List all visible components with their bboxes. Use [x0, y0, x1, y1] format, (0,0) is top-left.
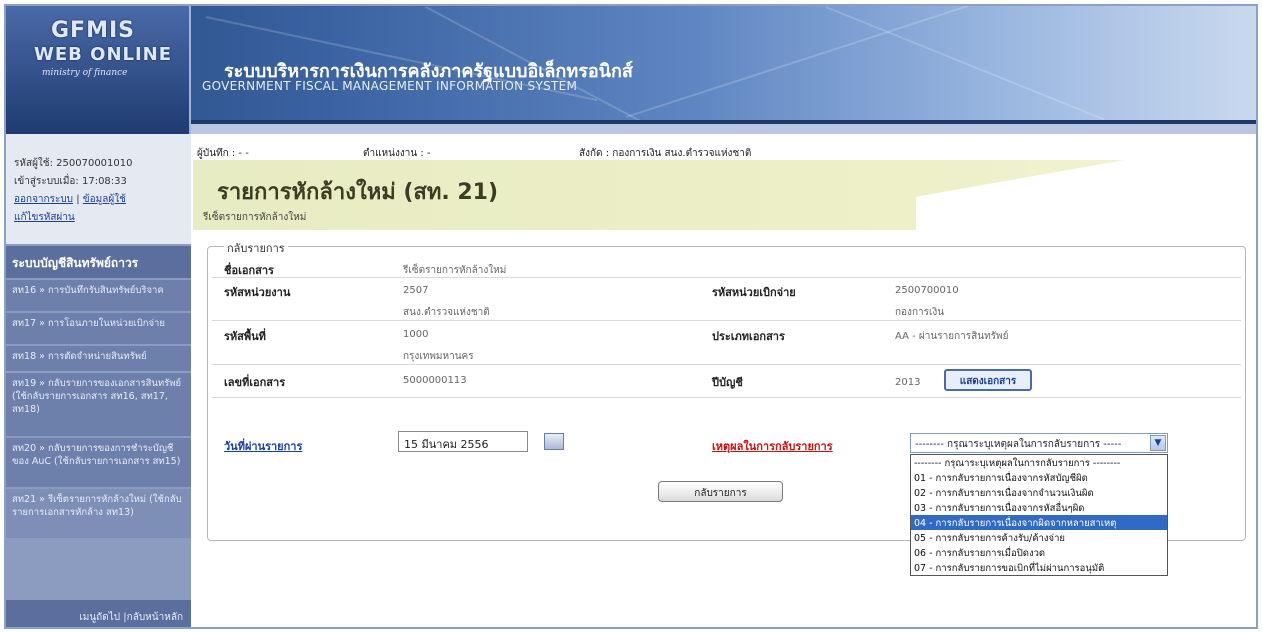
user-profile-link[interactable]: ข้อมูลผู้ใช้ — [83, 194, 126, 205]
header-banner: GFMIS WEB ONLINE ministry of finance ระบ… — [6, 6, 1256, 134]
reverse-reason-selected: -------- กรุณาระบุเหตุผลในการกลับรายการ … — [915, 439, 1122, 450]
area-name-value: กรุงเทพมหานคร — [403, 351, 474, 362]
fiscal-year-label: ปีบัญชี — [712, 376, 743, 389]
logo-line-1: GFMIS — [51, 18, 136, 43]
doc-type-value: AA - ผ่านรายการสินทรัพย์ — [895, 331, 1009, 342]
reverse-reason-option[interactable]: 04 - การกลับรายการเนื่องจากผิดจากหลายสาเ… — [911, 515, 1167, 530]
logout-link[interactable]: ออกจากระบบ — [14, 194, 73, 205]
fiscal-year-value: 2013 — [895, 377, 921, 388]
page-subtitle: รีเซ็ตรายการหักล้างใหม่ — [203, 212, 307, 223]
calendar-icon[interactable] — [544, 433, 564, 450]
doc-type-label: ประเภทเอกสาร — [712, 330, 785, 343]
doc-no-value: 5000000113 — [403, 375, 467, 386]
reverse-button[interactable]: กลับรายการ — [658, 481, 783, 502]
menu-item-st19[interactable]: สท19 » กลับรายการของเอกสารสินทรัพย์ (ใช้… — [6, 373, 191, 437]
disb-unit-name: กองการเงิน — [895, 307, 945, 318]
reverse-reason-option[interactable]: -------- กรุณาระบุเหตุผลในการกลับรายการ … — [911, 455, 1167, 470]
recorder-info: ผู้บันทึก : - - — [197, 148, 249, 159]
login-time: เข้าสู่ระบบเมื่อ: 17:08:33 — [14, 176, 127, 187]
menu-header: ระบบบัญชีสินทรัพย์ถาวร — [6, 246, 191, 278]
chevron-down-icon[interactable]: ▼ — [1150, 435, 1166, 451]
menu-item-st18[interactable]: สท18 » การตัดจำหน่ายสินทรัพย์ — [6, 346, 191, 372]
user-id: รหัสผู้ใช้: 250070001010 — [14, 158, 133, 169]
reverse-reason-link[interactable]: เหตุผลในการกลับรายการ — [712, 440, 833, 453]
page-title: รายการหักล้างใหม่ (สท. 21) — [217, 180, 499, 205]
link-separator: | — [76, 194, 80, 205]
reverse-reason-option[interactable]: 07 - การกลับรายการขอเบิกที่ไม่ผ่านการอนุ… — [911, 560, 1167, 575]
area-code-label: รหัสพื้นที่ — [224, 330, 266, 343]
menu-item-st17[interactable]: สท17 » การโอนภายในหน่วยเบิกจ่าย — [6, 313, 191, 345]
reverse-reason-option[interactable]: 01 - การกลับรายการเนื่องจากรหัสบัญชีผิด — [911, 470, 1167, 485]
posting-date-link[interactable]: วันที่ผ่านรายการ — [224, 440, 302, 453]
reverse-reason-select[interactable]: -------- กรุณาระบุเหตุผลในการกลับรายการ … — [910, 433, 1168, 453]
reverse-reason-option[interactable]: 06 - การกลับรายการเมื่อปิดงวด — [911, 545, 1167, 560]
agency-code-value: 2507 — [403, 285, 429, 296]
posting-date-input[interactable]: 15 มีนาคม 2556 — [398, 431, 528, 452]
area-code-value: 1000 — [403, 329, 429, 340]
menu-item-st16[interactable]: สท16 » การบันทึกรับสินทรัพย์บริจาค — [6, 280, 191, 312]
app-window: GFMIS WEB ONLINE ministry of finance ระบ… — [4, 4, 1258, 629]
disb-unit-label: รหัสหน่วยเบิกจ่าย — [712, 286, 796, 299]
division-info: ตำแหน่งงาน : - — [363, 148, 431, 159]
doc-no-label: เลขที่เอกสาร — [224, 376, 286, 389]
reverse-reason-option[interactable]: 05 - การกลับรายการค้างรับ/ค้างจ่าย — [911, 530, 1167, 545]
sidebar: รหัสผู้ใช้: 250070001010 เข้าสู่ระบบเมื่… — [6, 134, 191, 627]
menu-item-st21[interactable]: สท21 » รีเซ็ตรายการหักล้างใหม่ (ใช้กลับร… — [6, 489, 191, 539]
sidebar-footer-links[interactable]: เมนูถัดไป |กลับหน้าหลัก — [6, 600, 191, 627]
main-content: ผู้บันทึก : - - ตำแหน่งงาน : - สังกัด : … — [193, 134, 1256, 627]
gfmis-logo: GFMIS WEB ONLINE ministry of finance — [6, 6, 191, 134]
agency-name-value: สนง.ตำรวจแห่งชาติ — [403, 307, 490, 318]
change-password-link[interactable]: แก้ไขรหัสผ่าน — [14, 212, 75, 223]
disb-unit-value: 2500700010 — [895, 285, 959, 296]
agency-code-label: รหัสหน่วยงาน — [224, 286, 291, 299]
reverse-reason-option[interactable]: 03 - การกลับรายการเนื่องจากรหัสอื่นๆผิด — [911, 500, 1167, 515]
show-document-button[interactable]: แสดงเอกสาร — [944, 369, 1032, 391]
user-info-box: รหัสผู้ใช้: 250070001010 เข้าสู่ระบบเมื่… — [6, 134, 191, 244]
fieldset-legend: กลับรายการ — [224, 239, 288, 257]
reverse-reason-options: -------- กรุณาระบุเหตุผลในการกลับรายการ … — [910, 454, 1168, 576]
logo-line-2: WEB ONLINE — [34, 44, 173, 65]
title-band: รายการหักล้างใหม่ (สท. 21) รีเซ็ตรายการห… — [193, 134, 1256, 230]
menu-item-st20[interactable]: สท20 » กลับรายการของการชำระบัญชีของ AuC … — [6, 438, 191, 488]
banner-title-english: GOVERNMENT FISCAL MANAGEMENT INFORMATION… — [202, 79, 578, 93]
doc-name-value: รีเซ็ตรายการหักล้างใหม่ — [403, 265, 507, 276]
reverse-fieldset: กลับรายการ ชื่อเอกสาร รีเซ็ตรายการหักล้า… — [207, 239, 1246, 576]
logo-line-3: ministry of finance — [42, 68, 128, 78]
reverse-reason-option[interactable]: 02 - การกลับรายการเนื่องจากจำนวนเงินผิด — [911, 485, 1167, 500]
affiliation-info: สังกัด : กองการเงิน สนง.ตำรวจแห่งชาติ — [579, 148, 752, 159]
